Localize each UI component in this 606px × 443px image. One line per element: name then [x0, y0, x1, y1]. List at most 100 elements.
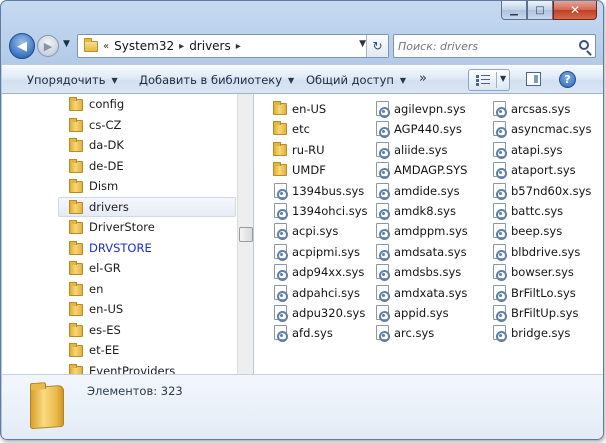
file-name: 1394ohci.sys: [292, 204, 368, 218]
file-item[interactable]: BrFiltLo.sys: [491, 283, 603, 303]
navigation-pane-scrollbar[interactable]: [237, 94, 253, 374]
file-item[interactable]: agilevpn.sys: [374, 99, 492, 119]
file-item[interactable]: amdxata.sys: [374, 283, 492, 303]
file-item[interactable]: aliide.sys: [374, 140, 492, 160]
search-icon[interactable]: [579, 40, 589, 50]
system-file-icon: [274, 305, 288, 322]
file-item[interactable]: arc.sys: [374, 323, 492, 343]
share-button[interactable]: Общий доступ ▼: [306, 73, 406, 87]
file-item[interactable]: amdsata.sys: [374, 242, 492, 262]
file-item[interactable]: atapi.sys: [491, 140, 603, 160]
help-button[interactable]: ?: [559, 71, 576, 88]
file-item[interactable]: 1394ohci.sys: [272, 201, 390, 221]
tree-item[interactable]: DRVSTORE: [2, 238, 237, 258]
file-item[interactable]: battc.sys: [491, 201, 603, 221]
file-item[interactable]: acpi.sys: [272, 221, 390, 241]
recent-pages-button[interactable]: ▼: [63, 39, 70, 49]
tree-item-label: da-DK: [89, 138, 124, 152]
file-item[interactable]: BrFiltUp.sys: [491, 303, 603, 323]
file-item[interactable]: amdsbs.sys: [374, 262, 492, 282]
file-item[interactable]: bowser.sys: [491, 262, 603, 282]
file-item[interactable]: appid.sys: [374, 303, 492, 323]
breadcrumb-separator-icon[interactable]: ▸: [179, 41, 184, 52]
tree-item[interactable]: drivers: [58, 196, 236, 217]
address-bar[interactable]: « System32 ▸ drivers ▸ ▼ ↻: [77, 34, 389, 58]
file-item[interactable]: UMDF: [272, 160, 390, 180]
file-item[interactable]: en-US: [272, 99, 390, 119]
forward-button[interactable]: ▶: [37, 35, 59, 57]
address-dropdown-button[interactable]: ▼: [359, 39, 366, 49]
folder-icon: [69, 220, 83, 234]
file-item[interactable]: AMDAGP.SYS: [374, 160, 492, 180]
more-commands-button[interactable]: »: [419, 71, 427, 86]
search-input[interactable]: [398, 38, 568, 54]
organize-button[interactable]: Упорядочить ▼: [27, 73, 118, 87]
tree-item[interactable]: es-ES: [2, 320, 237, 340]
file-item[interactable]: afd.sys: [272, 323, 390, 343]
folder-icon: [69, 138, 83, 152]
tree-item[interactable]: en-US: [2, 299, 237, 319]
file-name: BrFiltUp.sys: [511, 306, 579, 320]
breadcrumb-drivers[interactable]: drivers: [189, 39, 231, 53]
file-name: amdppm.sys: [394, 224, 468, 239]
folder-icon: [273, 121, 287, 136]
tree-item[interactable]: el-GR: [2, 258, 237, 278]
file-item[interactable]: arcsas.sys: [491, 99, 603, 119]
divider: [496, 72, 497, 88]
maximize-button[interactable]: □: [527, 1, 553, 20]
add-to-library-label: Добавить в библиотеку: [139, 73, 283, 87]
file-name: ru-RU: [292, 142, 325, 157]
file-item[interactable]: 1394bus.sys: [272, 181, 390, 201]
file-item[interactable]: ru-RU: [272, 140, 390, 160]
system-file-icon: [274, 284, 288, 302]
file-name: bridge.sys: [511, 326, 571, 341]
file-item[interactable]: amdppm.sys: [374, 221, 492, 241]
file-name: amdsbs.sys: [394, 265, 462, 280]
tree-item[interactable]: cs-CZ: [2, 115, 237, 135]
folder-icon: [69, 302, 83, 316]
file-item[interactable]: etc: [272, 119, 390, 139]
file-item[interactable]: asyncmac.sys: [491, 119, 603, 139]
file-item[interactable]: blbdrive.sys: [491, 242, 603, 262]
file-item[interactable]: adpahci.sys: [272, 283, 390, 303]
file-item[interactable]: amdk8.sys: [374, 201, 492, 221]
folder-icon: [69, 117, 83, 132]
file-item[interactable]: b57nd60x.sys: [491, 181, 603, 201]
navigation-pane[interactable]: config cs-CZ da-DK de-DE Dism drivers DriverSt…: [2, 94, 253, 374]
file-item[interactable]: ataport.sys: [491, 160, 603, 180]
file-item[interactable]: acpipmi.sys: [272, 242, 390, 262]
file-item[interactable]: adpu320.sys: [272, 303, 390, 323]
tree-item[interactable]: Dism: [2, 176, 237, 196]
tree-item[interactable]: et-EE: [2, 340, 237, 360]
refresh-button[interactable]: ↻: [366, 35, 388, 57]
close-button[interactable]: ✕: [553, 1, 597, 20]
breadcrumb-overflow-button[interactable]: «: [103, 41, 109, 52]
file-name: ataport.sys: [511, 163, 576, 178]
search-box[interactable]: [393, 34, 596, 58]
back-arrow-icon: ◀: [17, 38, 27, 54]
minimize-button[interactable]: ▁: [501, 1, 527, 20]
chevron-down-icon[interactable]: ▼: [500, 74, 506, 83]
file-item[interactable]: beep.sys: [491, 221, 603, 241]
file-item[interactable]: adp94xx.sys: [272, 262, 390, 282]
file-item[interactable]: AGP440.sys: [374, 119, 492, 139]
tree-item[interactable]: en: [2, 279, 237, 299]
tree-item[interactable]: EventProviders: [2, 361, 237, 374]
back-button[interactable]: ◀: [9, 33, 35, 59]
change-view-button[interactable]: ▼: [468, 69, 510, 91]
breadcrumb-separator-icon[interactable]: ▸: [236, 41, 241, 52]
file-item[interactable]: bridge.sys: [491, 323, 603, 343]
folder-icon: [30, 384, 64, 430]
tree-item[interactable]: de-DE: [2, 156, 237, 176]
tree-item[interactable]: config: [2, 94, 237, 114]
preview-pane-button[interactable]: [526, 72, 541, 86]
add-to-library-button[interactable]: Добавить в библиотеку ▼: [139, 73, 294, 87]
file-list[interactable]: en-US etc ru-RU UMDF 1394bus.sys 1394ohci.sys…: [254, 94, 603, 374]
scrollbar-thumb[interactable]: [239, 227, 253, 242]
file-name: etc: [292, 122, 310, 137]
breadcrumb-system32[interactable]: System32: [114, 39, 174, 53]
item-count: Элементов: 323: [87, 384, 183, 398]
file-item[interactable]: amdide.sys: [374, 181, 492, 201]
tree-item[interactable]: DriverStore: [2, 217, 237, 237]
tree-item[interactable]: da-DK: [2, 135, 237, 155]
